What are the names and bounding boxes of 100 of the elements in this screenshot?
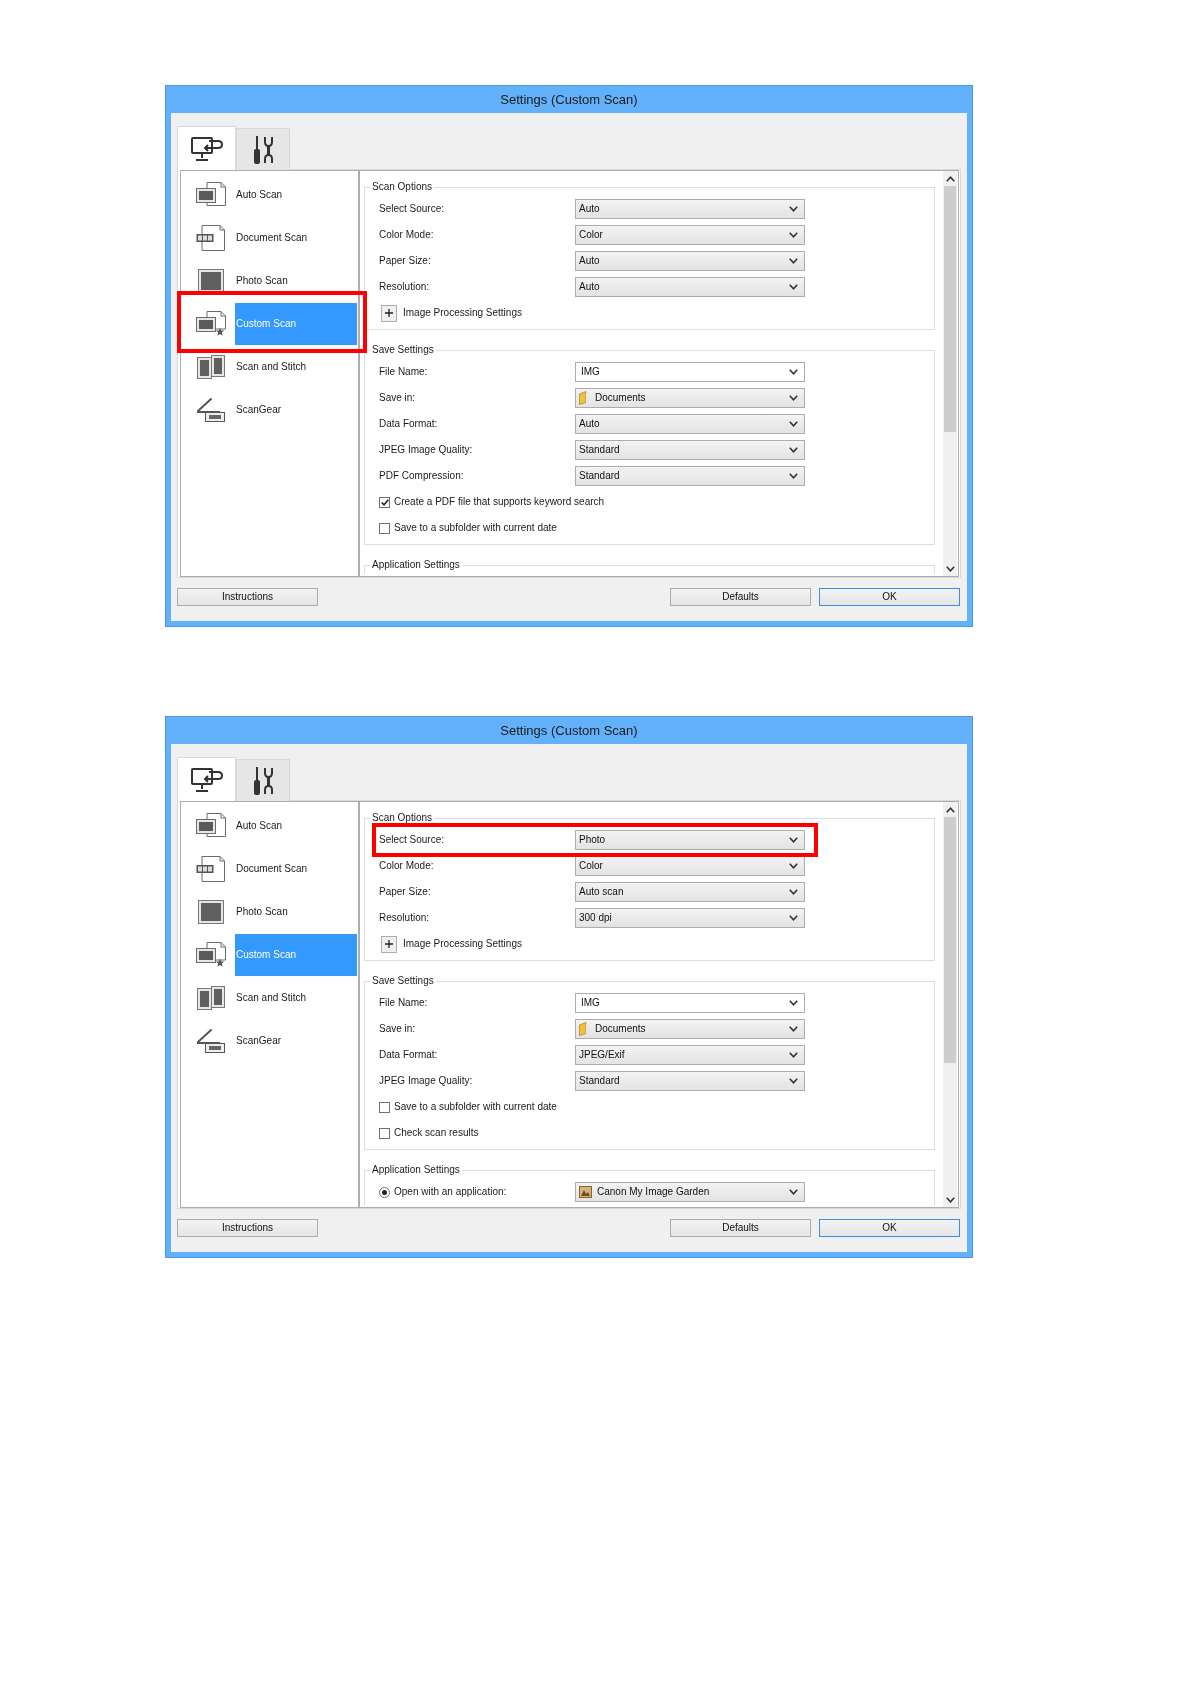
dialog-button[interactable]: Defaults [670,1219,811,1237]
pages-star-icon [196,941,226,968]
sidebar-item[interactable]: Scan and Stitch [235,976,357,1019]
expand-button[interactable] [381,304,397,322]
dropdown[interactable]: Auto [575,251,805,271]
checkbox[interactable] [379,522,390,534]
sidebar-item[interactable]: ScanGear [235,388,357,431]
scroll-up-icon[interactable] [945,806,955,813]
tools-icon [252,135,274,164]
dropdown[interactable]: Auto scan [575,882,805,902]
group-title: Save Settings [371,975,435,987]
checkbox-label: Check scan results [394,1127,479,1139]
tab[interactable] [177,126,236,171]
group-title: Scan Options [371,181,434,193]
dropdown[interactable]: Canon My Image Garden [575,1182,805,1202]
sidebar-item[interactable]: Photo Scan [235,259,357,302]
dialog-button[interactable]: Instructions [177,1219,318,1237]
sidebar-item[interactable]: Document Scan [235,216,357,259]
monitor-arrow-icon [190,768,223,792]
dropdown[interactable]: Auto [575,199,805,219]
dropdown[interactable]: JPEG/Exif [575,1045,805,1065]
document-icon [196,224,226,251]
scrollbar[interactable] [943,802,957,1207]
tab[interactable] [236,759,290,801]
sidebar-item[interactable]: Auto Scan [235,173,357,216]
chevron-down-icon [789,1078,798,1084]
expander-label: Image Processing Settings [403,938,522,950]
sidebar-item[interactable]: ScanGear [235,1019,357,1062]
radio-button[interactable] [379,1186,390,1198]
scrollbar-thumb[interactable] [944,186,956,432]
dropdown[interactable]: Photo [575,830,805,850]
group-title: Application Settings [371,559,461,571]
scrollbar-thumb[interactable] [944,817,956,1063]
field-label: Resolution: [379,281,431,293]
checkbox-label: Create a PDF file that supports keyword search [394,496,605,508]
chevron-down-icon [789,447,798,453]
chevron-down-icon [789,837,798,843]
folder-icon [579,1022,589,1036]
chevron-down-icon [789,473,798,479]
combo-box[interactable]: IMG [575,362,805,382]
sidebar-item[interactable]: Document Scan [235,847,357,890]
chevron-down-icon [789,1026,798,1032]
scroll-down-icon[interactable] [945,565,955,572]
field-label: Color Mode: [379,229,435,241]
sidebar-item[interactable]: Auto Scan [235,804,357,847]
dialog-button[interactable]: Instructions [177,588,318,606]
joined-pages-icon [196,984,226,1011]
dropdown[interactable]: Documents [575,388,805,408]
field-label: File Name: [379,366,429,378]
photo-frame-icon [196,898,226,925]
stacked-pages-icon [196,812,226,839]
scroll-up-icon[interactable] [945,175,955,182]
scroll-down-icon[interactable] [945,1196,955,1203]
dialog-button[interactable]: OK [819,1219,960,1237]
window-title: Settings (Custom Scan) [500,91,638,108]
dropdown[interactable]: Auto [575,277,805,297]
field-label: JPEG Image Quality: [379,1075,474,1087]
scanner-icon [196,396,226,423]
field-label: File Name: [379,997,429,1009]
field-label: Data Format: [379,1049,439,1061]
chevron-down-icon [789,232,798,238]
dropdown[interactable]: Standard [575,1071,805,1091]
dropdown[interactable]: Color [575,856,805,876]
chevron-down-icon [789,258,798,264]
tools-icon [252,766,274,795]
photo-frame-icon [196,267,226,294]
radio-label: Open with an application: [394,1186,508,1198]
expand-button[interactable] [381,935,397,953]
folder-icon [579,391,589,405]
sidebar-item[interactable]: Scan and Stitch [235,345,357,388]
chevron-down-icon [789,284,798,290]
checkbox[interactable] [379,496,390,508]
combo-box[interactable]: IMG [575,993,805,1013]
dropdown[interactable]: 300 dpi [575,908,805,928]
dialog-button[interactable]: Defaults [670,588,811,606]
chevron-down-icon [789,1189,798,1195]
field-label: Select Source: [379,203,446,215]
field-label: Paper Size: [379,255,432,267]
tab[interactable] [236,128,290,170]
tab[interactable] [177,757,236,802]
checkbox[interactable] [379,1127,390,1139]
scrollbar[interactable] [943,171,957,576]
joined-pages-icon [196,353,226,380]
checkbox-label: Save to a subfolder with current date [394,1101,557,1113]
field-label: JPEG Image Quality: [379,444,474,456]
radio-dot-icon [382,1189,387,1195]
document-icon [196,855,226,882]
dropdown[interactable]: Color [575,225,805,245]
checkbox[interactable] [379,1101,390,1113]
dialog-button[interactable]: OK [819,588,960,606]
field-label: Save in: [379,1023,417,1035]
dropdown[interactable]: Standard [575,440,805,460]
group-title: Save Settings [371,344,435,356]
group-title: Scan Options [371,812,434,824]
sidebar-item[interactable]: Photo Scan [235,890,357,933]
picture-icon [579,1186,592,1198]
dropdown[interactable]: Auto [575,414,805,434]
chevron-down-icon [789,421,798,427]
dropdown[interactable]: Documents [575,1019,805,1039]
dropdown[interactable]: Standard [575,466,805,486]
